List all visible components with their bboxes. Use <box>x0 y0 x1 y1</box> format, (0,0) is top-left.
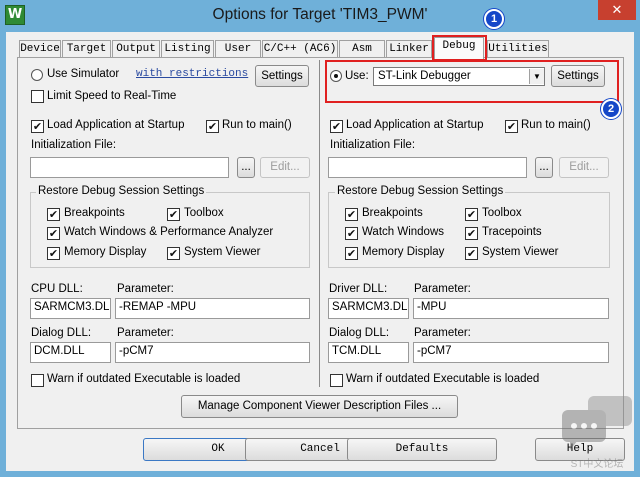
right-tracepoints-checkbox[interactable]: ✔ <box>465 227 478 240</box>
left-watch-windows-checkbox[interactable]: ✔ <box>47 227 60 240</box>
right-init-file-label: Initialization File: <box>330 139 416 151</box>
column-divider <box>319 60 320 387</box>
right-breakpoints-label: Breakpoints <box>362 207 423 219</box>
right-system-viewer-checkbox[interactable]: ✔ <box>465 247 478 260</box>
manage-component-viewer-button[interactable]: Manage Component Viewer Description File… <box>181 395 458 418</box>
driver-param-input[interactable]: -MPU <box>413 298 609 319</box>
tab-device[interactable]: Device <box>19 40 61 58</box>
tab-output[interactable]: Output <box>112 40 160 58</box>
driver-param-label: Parameter: <box>414 283 471 295</box>
left-init-file-input[interactable] <box>30 157 229 178</box>
right-memory-display-label: Memory Display <box>362 246 445 258</box>
tab-target[interactable]: Target <box>62 40 111 58</box>
right-dialog-param-label: Parameter: <box>414 327 471 339</box>
right-breakpoints-checkbox[interactable]: ✔ <box>345 208 358 221</box>
tab-user[interactable]: User <box>215 40 261 58</box>
debug-tab-highlight <box>432 35 487 61</box>
left-run-to-main-label: Run to main() <box>222 119 292 131</box>
tab-listing[interactable]: Listing <box>161 40 214 58</box>
left-init-browse-button[interactable]: ... <box>237 157 255 178</box>
left-memory-display-label: Memory Display <box>64 246 147 258</box>
cpu-dll-label: CPU DLL: <box>31 283 83 295</box>
use-simulator-radio[interactable] <box>31 69 43 81</box>
annotation-badge-1: 1 <box>484 9 504 29</box>
forum-watermark-logo: ST中文论坛 <box>558 392 636 472</box>
annotation-badge-2: 2 <box>601 99 621 119</box>
left-warn-outdated-checkbox[interactable] <box>31 374 44 387</box>
cpu-param-label: Parameter: <box>117 283 174 295</box>
left-dialog-param-input[interactable]: -pCM7 <box>115 342 310 363</box>
right-system-viewer-label: System Viewer <box>482 246 559 258</box>
simulator-settings-button[interactable]: Settings <box>255 65 309 87</box>
tab-asm[interactable]: Asm <box>339 40 385 58</box>
left-system-viewer-checkbox[interactable]: ✔ <box>167 247 180 260</box>
right-toolbox-checkbox[interactable]: ✔ <box>465 208 478 221</box>
left-warn-outdated-label: Warn if outdated Executable is loaded <box>47 373 241 385</box>
left-dialog-dll-input[interactable]: DCM.DLL <box>30 342 111 363</box>
use-simulator-label: Use Simulator <box>47 68 120 80</box>
debugger-select-highlight <box>325 60 619 103</box>
right-load-app-label: Load Application at Startup <box>346 119 484 131</box>
cpu-param-input[interactable]: -REMAP -MPU <box>115 298 310 319</box>
left-system-viewer-label: System Viewer <box>184 246 261 258</box>
cpu-dll-input[interactable]: SARMCM3.DLL <box>30 298 111 319</box>
driver-dll-label: Driver DLL: <box>329 283 388 295</box>
tab-linker[interactable]: Linker <box>386 40 432 58</box>
right-warn-outdated-label: Warn if outdated Executable is loaded <box>346 373 540 385</box>
right-init-file-input[interactable] <box>328 157 527 178</box>
left-load-app-checkbox[interactable]: ✔ <box>31 120 44 133</box>
right-memory-display-checkbox[interactable]: ✔ <box>345 247 358 260</box>
right-dialog-dll-input[interactable]: TCM.DLL <box>328 342 409 363</box>
left-memory-display-checkbox[interactable]: ✔ <box>47 247 60 260</box>
right-dialog-param-input[interactable]: -pCM7 <box>413 342 609 363</box>
left-run-to-main-checkbox[interactable]: ✔ <box>206 120 219 133</box>
right-watch-windows-checkbox[interactable]: ✔ <box>345 227 358 240</box>
left-restore-group-title: Restore Debug Session Settings <box>36 185 207 197</box>
left-breakpoints-checkbox[interactable]: ✔ <box>47 208 60 221</box>
tab-c-cpp[interactable]: C/C++ (AC6) <box>262 40 338 58</box>
left-dialog-dll-label: Dialog DLL: <box>31 327 92 339</box>
left-toolbox-label: Toolbox <box>184 207 224 219</box>
left-init-edit-button[interactable]: Edit... <box>260 157 310 178</box>
window-title: Options for Target 'TIM3_PWM' <box>212 6 428 23</box>
defaults-button[interactable]: Defaults <box>347 438 497 461</box>
tab-utilities[interactable]: Utilities <box>487 40 549 58</box>
right-run-to-main-checkbox[interactable]: ✔ <box>505 120 518 133</box>
left-init-file-label: Initialization File: <box>31 139 117 151</box>
right-dialog-dll-label: Dialog DLL: <box>329 327 390 339</box>
limit-speed-label: Limit Speed to Real-Time <box>47 90 177 102</box>
left-breakpoints-label: Breakpoints <box>64 207 125 219</box>
right-toolbox-label: Toolbox <box>482 207 522 219</box>
limit-speed-checkbox[interactable] <box>31 90 44 103</box>
close-button[interactable]: ✕ <box>598 0 636 20</box>
left-toolbox-checkbox[interactable]: ✔ <box>167 208 180 221</box>
right-warn-outdated-checkbox[interactable] <box>330 374 343 387</box>
left-watch-windows-label: Watch Windows & Performance Analyzer <box>64 226 274 238</box>
right-init-browse-button[interactable]: ... <box>535 157 553 178</box>
with-restrictions-link[interactable]: with restrictions <box>136 68 248 80</box>
right-watch-windows-label: Watch Windows <box>362 226 445 238</box>
right-init-edit-button[interactable]: Edit... <box>559 157 609 178</box>
right-tracepoints-label: Tracepoints <box>482 226 542 238</box>
left-load-app-label: Load Application at Startup <box>47 119 185 131</box>
right-load-app-checkbox[interactable]: ✔ <box>330 120 343 133</box>
right-restore-group-title: Restore Debug Session Settings <box>335 185 506 197</box>
right-run-to-main-label: Run to main() <box>521 119 591 131</box>
watermark-text: ST中文论坛 <box>570 459 624 470</box>
driver-dll-input[interactable]: SARMCM3.DLL <box>328 298 409 319</box>
left-dialog-param-label: Parameter: <box>117 327 174 339</box>
